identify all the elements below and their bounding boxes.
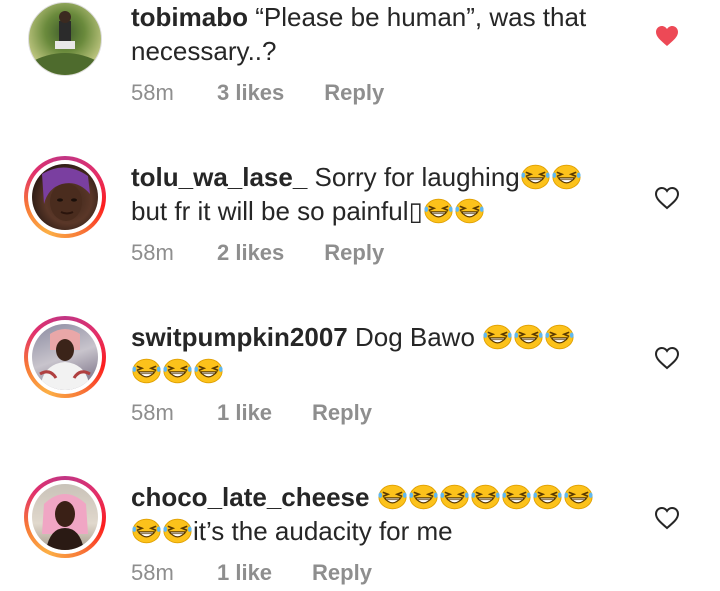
timestamp: 58m — [131, 240, 174, 265]
timestamp: 58m — [131, 400, 174, 425]
laughing-emoji — [409, 484, 438, 510]
username[interactable]: choco_late_cheese — [131, 482, 369, 512]
comment-text: tobimabo “Please be human”, was that nec… — [131, 0, 631, 68]
comment-meta: 58m 2 likes Reply — [131, 240, 384, 266]
comment-meta: 58m 1 like Reply — [131, 400, 372, 426]
laughing-emoji — [378, 484, 407, 510]
laughing-emoji — [440, 484, 469, 510]
laughing-emoji — [163, 518, 192, 544]
comment-body: it’s the audacity for me — [193, 516, 453, 546]
heart-outline-icon[interactable] — [654, 346, 680, 370]
timestamp: 58m — [131, 560, 174, 585]
avatar[interactable] — [24, 316, 106, 398]
heart-outline-icon[interactable] — [654, 186, 680, 210]
avatar[interactable] — [24, 156, 106, 238]
laughing-emoji — [564, 484, 593, 510]
reply-button[interactable]: Reply — [324, 80, 384, 106]
reply-button[interactable]: Reply — [312, 560, 372, 586]
laughing-emoji — [424, 198, 453, 224]
likes-count[interactable]: 3 likes — [217, 80, 284, 106]
comment-body: “Please be human”, was that — [248, 2, 587, 32]
comment-text: choco_late_cheese it’s the audacity for … — [131, 480, 631, 548]
laughing-emoji — [521, 164, 550, 190]
reply-button[interactable]: Reply — [324, 240, 384, 266]
laughing-emoji — [483, 324, 512, 350]
comment-meta: 58m 3 likes Reply — [131, 80, 384, 106]
comment-body: necessary..? — [131, 36, 277, 66]
comment-body: Dog Bawo — [347, 322, 483, 352]
laughing-emoji — [455, 198, 484, 224]
laughing-emoji — [132, 358, 161, 384]
reply-button[interactable]: Reply — [312, 400, 372, 426]
timestamp: 58m — [131, 80, 174, 105]
likes-count[interactable]: 1 like — [217, 560, 272, 586]
laughing-emoji — [514, 324, 543, 350]
comment-body: but fr it will be so painful — [131, 196, 409, 226]
comment-text: switpumpkin2007 Dog Bawo — [131, 320, 631, 388]
comment-body: Sorry for laughing — [307, 162, 520, 192]
laughing-emoji — [533, 484, 562, 510]
comment-meta: 58m 1 like Reply — [131, 560, 372, 586]
avatar[interactable] — [28, 2, 102, 76]
heart-filled-icon[interactable] — [654, 24, 680, 48]
heart-outline-icon[interactable] — [654, 506, 680, 530]
likes-count[interactable]: 1 like — [217, 400, 272, 426]
laughing-emoji — [132, 518, 161, 544]
laughing-emoji — [552, 164, 581, 190]
username[interactable]: switpumpkin2007 — [131, 322, 348, 352]
laughing-emoji — [545, 324, 574, 350]
likes-count[interactable]: 2 likes — [217, 240, 284, 266]
laughing-emoji — [471, 484, 500, 510]
unrendered-glyph: ▯ — [408, 196, 423, 226]
username[interactable]: tobimabo — [131, 2, 248, 32]
avatar[interactable] — [24, 476, 106, 558]
laughing-emoji — [194, 358, 223, 384]
comment-text: tolu_wa_lase_ Sorry for laughing but fr … — [131, 160, 631, 228]
username[interactable]: tolu_wa_lase_ — [131, 162, 307, 192]
laughing-emoji — [502, 484, 531, 510]
laughing-emoji — [163, 358, 192, 384]
